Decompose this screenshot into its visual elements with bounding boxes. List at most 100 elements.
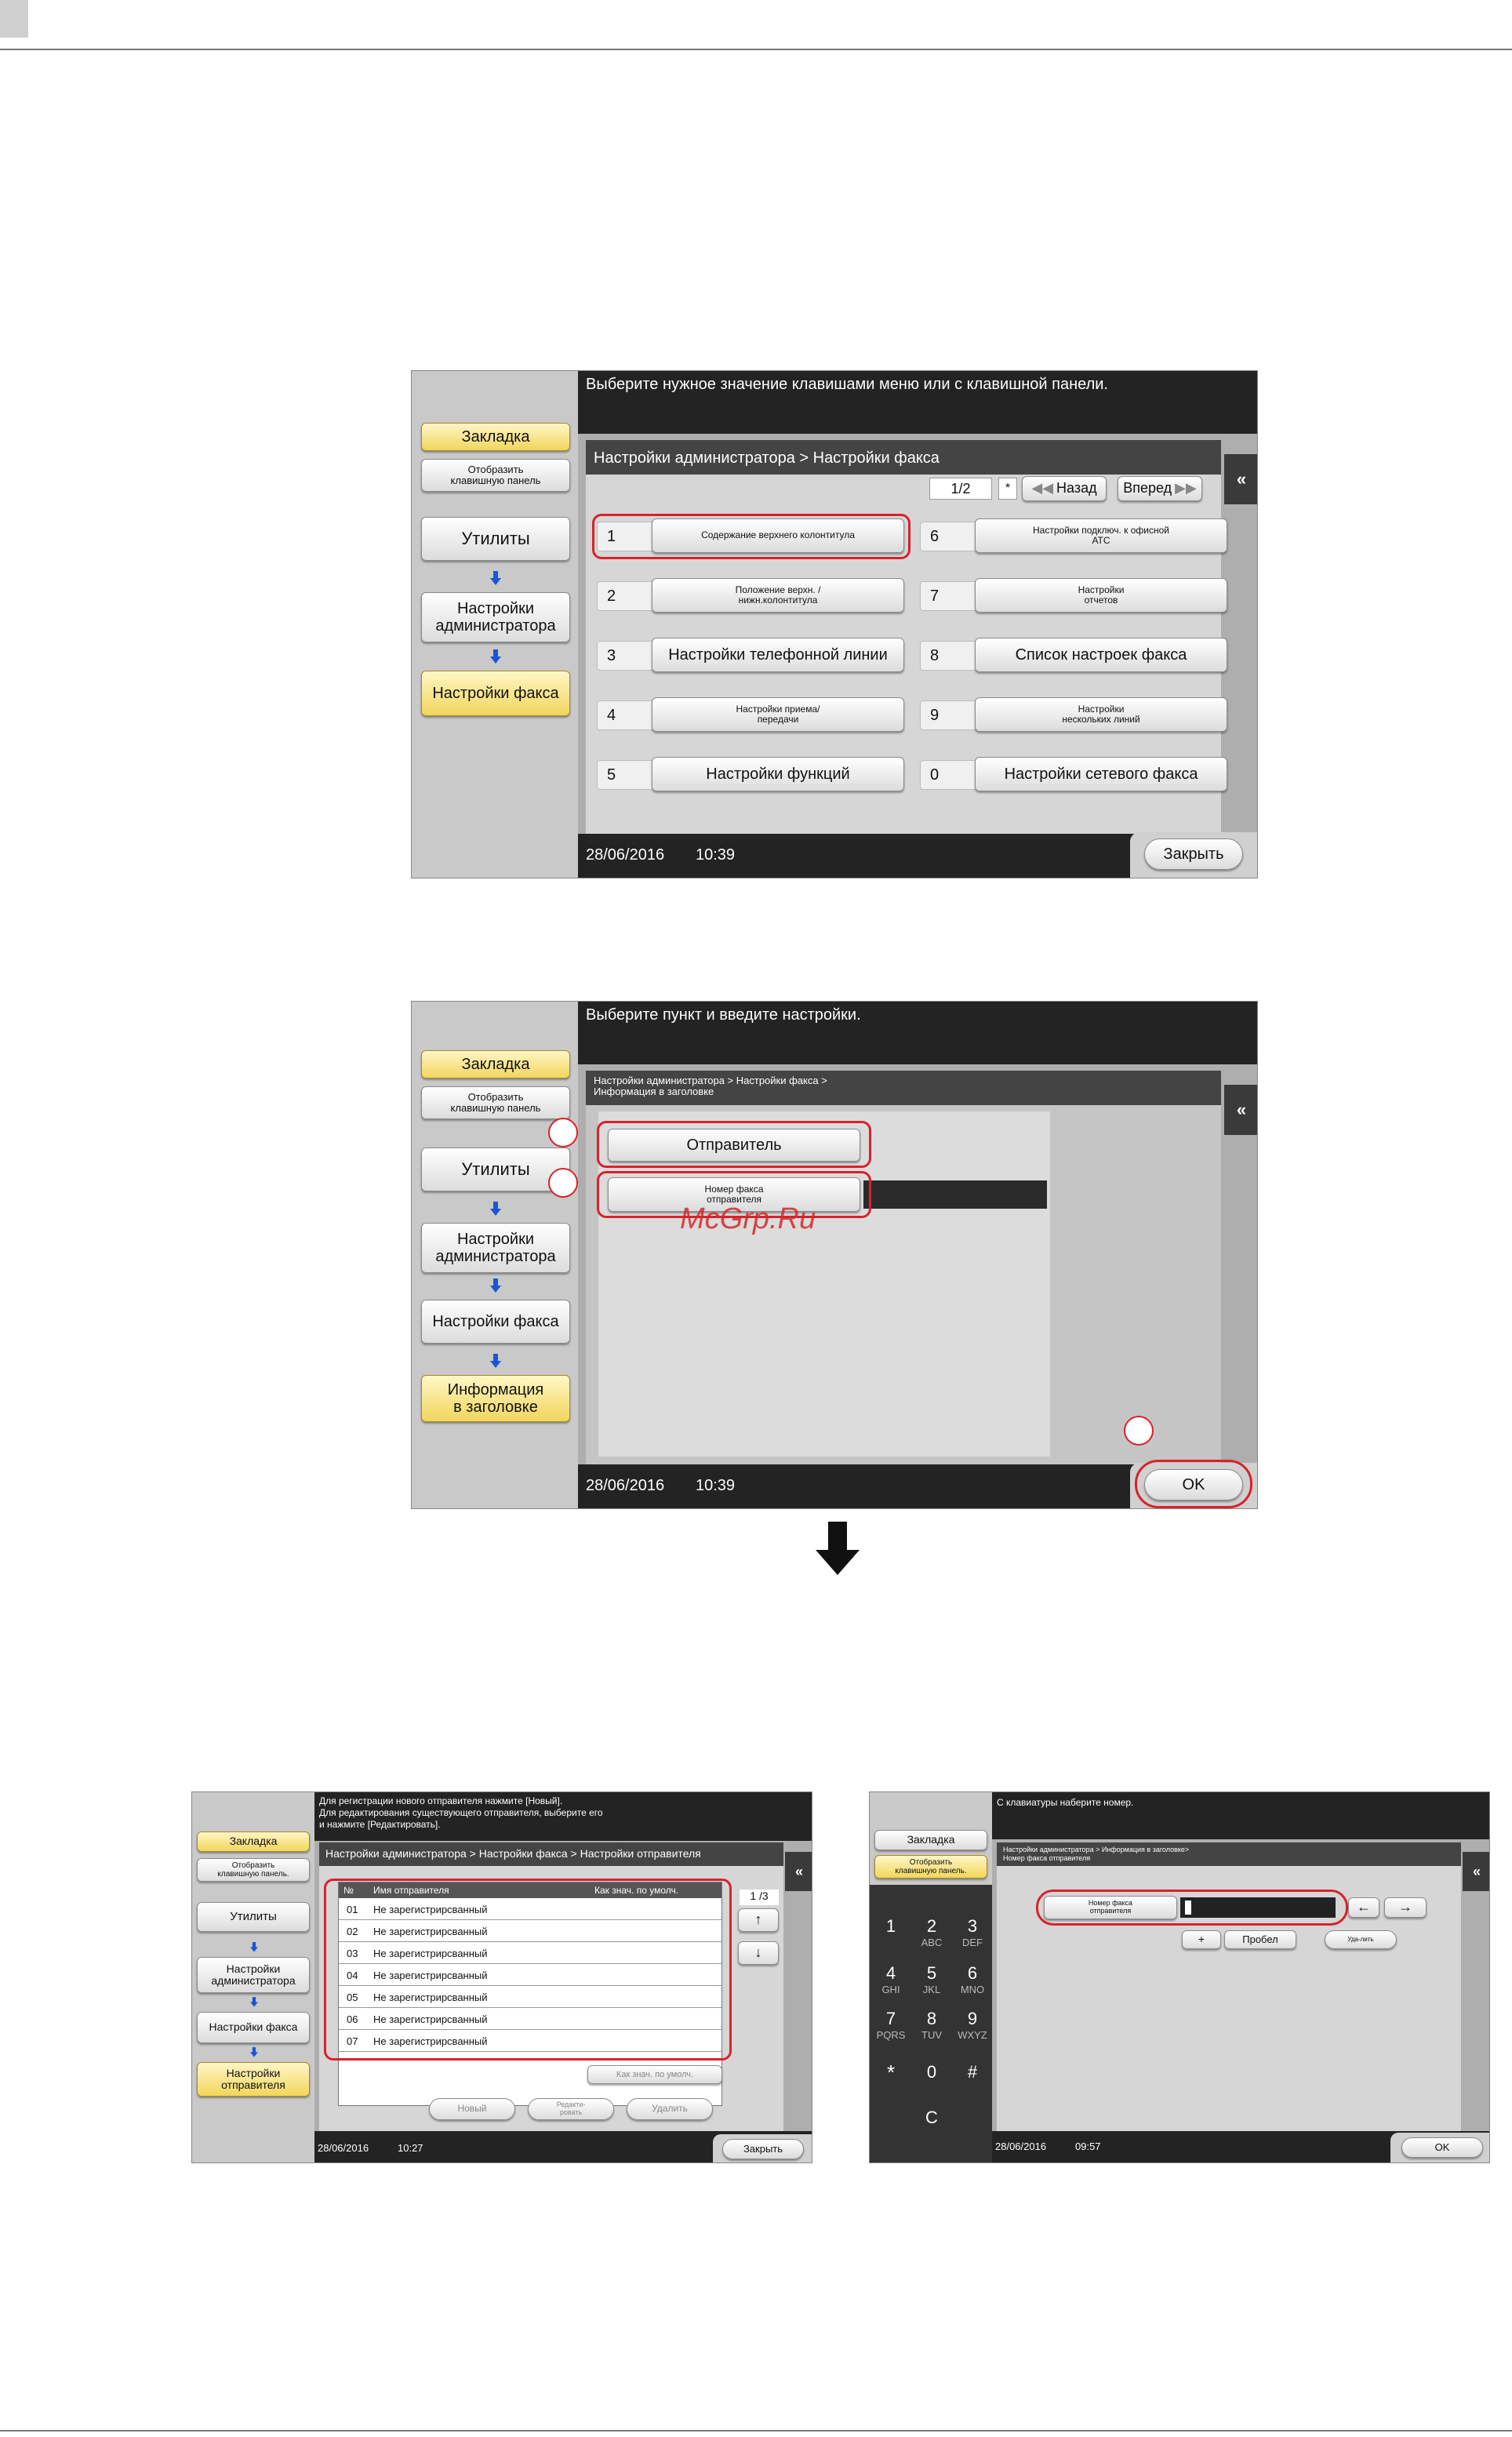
header-info-button[interactable]: Информация в заголовке (421, 1375, 570, 1422)
bookmark-button[interactable]: Закладка (197, 1831, 310, 1852)
page-indicator: 1 /3 (740, 1890, 779, 1905)
key-9[interactable]: 9 WXYZ (953, 2009, 992, 2041)
admin-settings-button[interactable]: Настройки администратора (421, 1223, 570, 1273)
delete-button[interactable]: Уда-лить (1325, 1930, 1397, 1949)
key-6[interactable]: 6 MNO (953, 1963, 992, 1995)
header-rule (0, 49, 1512, 50)
back-button[interactable]: ◀◀ Назад (1022, 476, 1107, 501)
item-multiline-button[interactable]: Настройки нескольких линий (975, 697, 1227, 732)
item-functions-button[interactable]: Настройки функций (652, 757, 904, 791)
instruction-text: Для регистрации нового отправителя нажми… (319, 1795, 603, 1830)
breadcrumb: Настройки администратора > Информация в … (997, 1842, 1461, 1866)
star-key[interactable]: * (998, 478, 1017, 500)
down-arrow-icon (490, 1279, 501, 1293)
status-time: 10:27 (398, 2142, 423, 2154)
utilities-button[interactable]: Утилиты (197, 1902, 310, 1932)
space-button[interactable]: Пробел (1224, 1930, 1296, 1949)
utilities-button[interactable]: Утилиты (421, 517, 570, 561)
close-button[interactable]: Закрыть (1144, 838, 1243, 870)
key-hash[interactable]: # (953, 2062, 992, 2082)
screen-fax-number-input: С клавиатуры наберите номер. Закладка От… (869, 1791, 1490, 2163)
show-keypad-button[interactable]: Отобразить клавишную панель. (874, 1855, 987, 1879)
status-date: 28/06/2016 (995, 2141, 1047, 2152)
delete-button[interactable]: Удалить (627, 2098, 713, 2120)
back-icon: ◀◀ (1031, 480, 1054, 496)
fax-settings-button[interactable]: Настройки факса (421, 671, 570, 716)
new-button[interactable]: Новый (429, 2098, 515, 2120)
highlight-sender (597, 1121, 871, 1168)
screen-fax-settings-menu: Выберите нужное значение клавишами меню … (411, 370, 1258, 878)
status-time: 10:39 (696, 846, 736, 864)
key-4[interactable]: 4 GHI (871, 1963, 910, 1995)
breadcrumb: Настройки администратора > Настройки фак… (586, 1071, 1221, 1105)
left-arrow-icon[interactable]: ← (1348, 1897, 1379, 1918)
watermark-logo: McGrp.Ru (680, 1202, 816, 1235)
show-keypad-button[interactable]: Отобразить клавишную панель. (197, 1858, 310, 1882)
down-arrow-icon (490, 649, 501, 664)
down-arrow-icon (490, 1354, 501, 1368)
screen-sender-settings: Для регистрации нового отправителя нажми… (191, 1791, 812, 2163)
fax-settings-button[interactable]: Настройки факса (197, 2012, 310, 2043)
fax-settings-button[interactable]: Настройки факса (421, 1300, 570, 1344)
forward-icon: ▶▶ (1175, 480, 1197, 496)
key-1[interactable]: 1 (871, 1916, 910, 1937)
down-arrow-icon (250, 2047, 258, 2057)
up-arrow-icon[interactable]: ↑ (738, 1908, 779, 1932)
key-star[interactable]: * (871, 2061, 910, 2085)
edit-button[interactable]: Редакти-ровать (528, 2098, 614, 2120)
key-7[interactable]: 7 PQRS (871, 2009, 910, 2041)
key-clear[interactable]: C (912, 2108, 951, 2128)
down-arrow-icon (250, 1942, 258, 1952)
double-chevron-left-icon[interactable]: « (1224, 1085, 1257, 1135)
admin-settings-button[interactable]: Настройки администратора (197, 1957, 310, 1993)
down-arrow-head (816, 1550, 860, 1575)
close-button[interactable]: Закрыть (722, 2139, 804, 2159)
set-default-button[interactable]: Как знач. по умолч. (587, 2065, 722, 2084)
item-header-position-button[interactable]: Положение верхн. /нижн.колонтитула (652, 578, 904, 613)
plus-button[interactable]: + (1182, 1930, 1221, 1949)
show-keypad-button[interactable]: Отобразить клавишную панель (421, 459, 570, 492)
item-rx-tx-button[interactable]: Настройки приема/передачи (652, 697, 904, 732)
status-date: 28/06/2016 (318, 2142, 369, 2154)
down-arrow-icon (828, 1522, 847, 1551)
breadcrumb: Настройки администратора > Настройки фак… (586, 440, 1221, 475)
instruction-text: Выберите пункт и введите настройки. (586, 1006, 861, 1024)
highlight-ok (1135, 1460, 1252, 1508)
key-8[interactable]: 8 TUV (912, 2009, 951, 2041)
item-pbx-button[interactable]: Настройки подключ. к офисной АТС (975, 518, 1227, 553)
double-chevron-left-icon[interactable]: « (1224, 454, 1257, 504)
bookmark-button[interactable]: Закладка (421, 423, 570, 451)
instruction-text: С клавиатуры наберите номер. (997, 1797, 1134, 1808)
screen-header-info: Выберите пункт и введите настройки. Закл… (411, 1001, 1258, 1509)
key-5[interactable]: 5 JKL (912, 1963, 951, 1995)
double-chevron-left-icon[interactable]: « (1463, 1852, 1489, 1891)
forward-button[interactable]: Вперед ▶▶ (1118, 476, 1202, 501)
key-0[interactable]: 0 (912, 2062, 951, 2082)
item-reports-button[interactable]: Настройки отчетов (975, 578, 1227, 613)
step-marker-2 (548, 1168, 578, 1198)
key-2[interactable]: 2 ABC (912, 1916, 951, 1948)
item-fax-list-button[interactable]: Список настроек факса (975, 638, 1227, 672)
bookmark-button[interactable]: Закладка (874, 1830, 987, 1850)
bookmark-button[interactable]: Закладка (421, 1050, 570, 1078)
step-marker-1 (548, 1118, 578, 1148)
highlight-item-1 (592, 514, 910, 559)
page-number-box (0, 0, 28, 38)
breadcrumb: Настройки администратора > Настройки фак… (319, 1842, 783, 1866)
ok-button[interactable]: OK (1401, 2137, 1483, 2158)
item-phone-line-button[interactable]: Настройки телефонной линии (652, 638, 904, 672)
item-network-fax-button[interactable]: Настройки сетевого факса (975, 757, 1227, 791)
double-chevron-left-icon[interactable]: « (785, 1852, 812, 1891)
down-arrow-icon (490, 1202, 501, 1216)
show-keypad-button[interactable]: Отобразить клавишную панель (421, 1086, 570, 1119)
key-3[interactable]: 3 DEF (953, 1916, 992, 1948)
instruction-text: Выберите нужное значение клавишами меню … (586, 376, 1108, 393)
sender-settings-button[interactable]: Настройки отправителя (197, 2062, 310, 2097)
down-arrow-icon (250, 1997, 258, 2007)
admin-settings-button[interactable]: Настройки администратора (421, 592, 570, 642)
status-date: 28/06/2016 (586, 1477, 665, 1494)
right-arrow-icon[interactable]: → (1384, 1897, 1427, 1918)
down-arrow-icon[interactable]: ↓ (738, 1941, 779, 1965)
status-date: 28/06/2016 (586, 846, 665, 864)
highlight-sender-list (324, 1879, 732, 2061)
